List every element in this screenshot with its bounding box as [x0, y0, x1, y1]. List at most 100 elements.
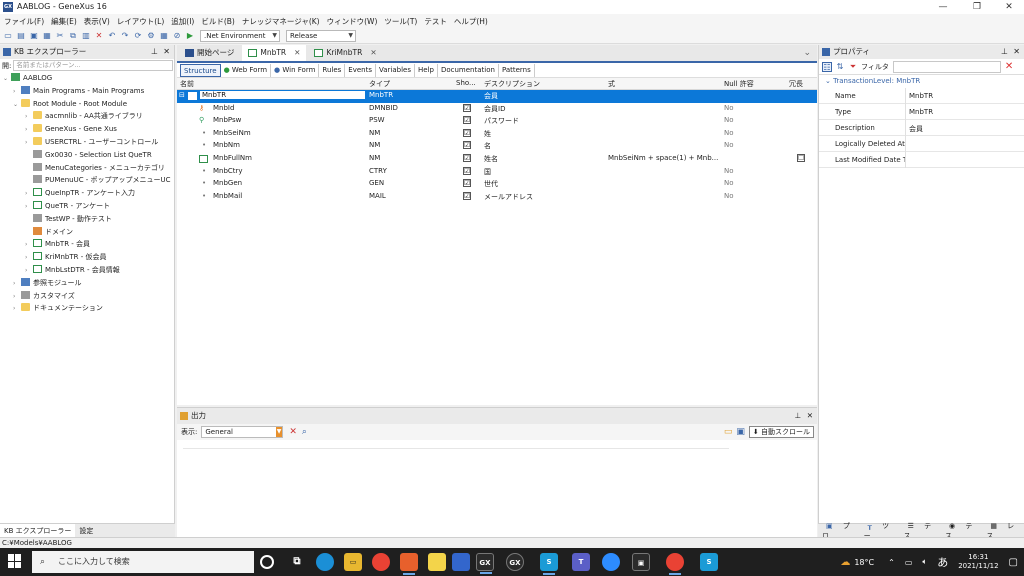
collapse-icon[interactable]: ⊟	[179, 91, 185, 99]
tab-preferences[interactable]: 設定	[75, 524, 97, 538]
open-icon[interactable]: ▤	[16, 31, 26, 41]
refresh-icon[interactable]: ⟳	[133, 31, 143, 41]
attribute-type[interactable]: CTRY	[369, 167, 387, 175]
cut-icon[interactable]: ✂	[55, 31, 65, 41]
column-formula[interactable]: 式	[608, 79, 615, 89]
attribute-name[interactable]: MnbId	[213, 104, 234, 112]
show-checkbox[interactable]: ☑	[463, 103, 471, 112]
sort-az-icon[interactable]: ⇅	[835, 62, 845, 72]
tree-item-testwp[interactable]: TestWP - 動作テスト	[0, 213, 174, 226]
maximize-icon[interactable]: ❐	[962, 0, 992, 14]
menu-help[interactable]: ヘルプ(H)	[454, 16, 488, 27]
new-file-icon[interactable]: ▭	[3, 31, 13, 41]
temperature[interactable]: 18°C	[854, 558, 874, 567]
cortana-icon[interactable]	[260, 555, 274, 569]
chrome-icon[interactable]	[666, 553, 684, 575]
menu-window[interactable]: ウィンドウ(W)	[327, 16, 378, 27]
pin-icon[interactable]: ⊥	[151, 45, 158, 59]
table-row[interactable]: ⚲ MnbPsw PSW ☑ パスワード No	[177, 115, 817, 128]
zoom-icon[interactable]	[602, 553, 620, 571]
attribute-type[interactable]: NM	[369, 129, 380, 137]
attribute-description[interactable]: メールアドレス	[484, 192, 533, 202]
attribute-formula[interactable]: MnbSeiNm + space(1) + Mnb...	[608, 154, 718, 162]
tree-item-gx0030[interactable]: Gx0030 - Selection List QueTR	[0, 149, 174, 162]
show-checkbox[interactable]: ☑	[463, 141, 471, 150]
tab-help[interactable]: Help	[415, 63, 438, 77]
attribute-description[interactable]: 姓名	[484, 154, 498, 164]
tab-variables[interactable]: Variables	[376, 63, 415, 77]
menu-insert[interactable]: 追加(I)	[171, 16, 194, 27]
attribute-type[interactable]: PSW	[369, 116, 385, 124]
column-show[interactable]: Sho...	[456, 79, 476, 87]
tree-item-main-programs[interactable]: › Main Programs - Main Programs	[0, 85, 174, 98]
clear-filter-icon[interactable]: ✕	[1005, 61, 1013, 72]
chrome-icon[interactable]	[372, 553, 390, 571]
table-row[interactable]: • MnbSeiNm NM ☑ 姓 No	[177, 128, 817, 141]
attribute-name[interactable]: MnbGen	[213, 179, 242, 187]
windows-start-icon[interactable]	[8, 554, 22, 568]
categorized-icon[interactable]: ☷	[822, 61, 832, 72]
menu-test[interactable]: テスト	[424, 16, 447, 27]
undo-icon[interactable]: ↶	[107, 31, 117, 41]
explorer-icon[interactable]: ▭	[344, 553, 362, 571]
table-row[interactable]: • MnbCtry CTRY ☑ 国 No	[177, 166, 817, 179]
attribute-description[interactable]: 世代	[484, 179, 498, 189]
attribute-type[interactable]: MAIL	[369, 192, 386, 200]
output-source-select[interactable]: General ▼	[201, 426, 284, 438]
search-icon[interactable]: ⌕	[302, 427, 307, 437]
run-icon[interactable]: ▶	[185, 31, 195, 41]
close-icon[interactable]: ✕	[163, 45, 170, 59]
autoscroll-button[interactable]: ⬇ 自動スクロール	[748, 426, 814, 438]
close-icon[interactable]: ✕	[807, 408, 813, 424]
pin-icon[interactable]: ⊥	[1001, 45, 1008, 59]
table-row[interactable]: • MnbNm NM ☑ 名 No	[177, 140, 817, 153]
column-type[interactable]: タイプ	[369, 79, 390, 89]
tab-kb-explorer[interactable]: KB エクスプローラー	[0, 523, 76, 538]
tab-structure[interactable]: Structure	[180, 63, 221, 77]
genexus-server-icon[interactable]: GX	[506, 553, 524, 571]
attribute-nullable[interactable]: No	[724, 129, 734, 137]
tree-item-krimnbtr[interactable]: › KriMnbTR - 仮会員	[0, 251, 174, 264]
redundant-checkbox[interactable]: ☐	[797, 153, 805, 162]
notification-icon[interactable]: ▢	[1009, 557, 1018, 568]
expand-toggle[interactable]: ›	[13, 303, 21, 316]
show-checkbox[interactable]: ☑	[463, 179, 471, 188]
attribute-nullable[interactable]: No	[724, 141, 734, 149]
genexus-taskbar-icon[interactable]: GX	[476, 553, 494, 574]
paste-icon[interactable]: ▥	[81, 31, 91, 41]
attribute-nullable[interactable]: No	[724, 116, 734, 124]
show-checkbox[interactable]: ☑	[463, 153, 471, 162]
tab-start-page[interactable]: 開始ページ	[179, 45, 240, 61]
chevron-down-icon[interactable]: ⌄	[825, 77, 833, 85]
attribute-name[interactable]: MnbSeiNm	[213, 129, 251, 137]
property-value[interactable]: 会員	[909, 124, 923, 134]
app-icon[interactable]	[452, 553, 470, 571]
show-checkbox[interactable]: ☑	[463, 191, 471, 200]
attribute-description[interactable]: パスワード	[484, 116, 519, 126]
tab-web-form[interactable]: ● Web Form	[221, 63, 272, 77]
weather-icon[interactable]: ☁	[840, 557, 850, 568]
show-checkbox[interactable]: ☑	[463, 116, 471, 125]
attribute-description[interactable]: 姓	[484, 129, 491, 139]
property-row[interactable]: Last Modified Date T	[819, 152, 1024, 168]
attribute-name[interactable]: MnbTR	[200, 91, 365, 99]
tree-item-reference-modules[interactable]: › 参照モジュール	[0, 277, 174, 290]
tree-item-genexus[interactable]: › GeneXus - Gene Xus	[0, 123, 174, 136]
menu-build[interactable]: ビルド(B)	[201, 16, 235, 27]
attribute-name[interactable]: MnbFullNm	[213, 154, 252, 162]
save-icon[interactable]: ▣	[29, 31, 39, 41]
attribute-type[interactable]: MnbTR	[369, 91, 393, 99]
tree-item-aacmnlib[interactable]: › aacmnlib - AA共通ライブラリ	[0, 110, 174, 123]
attribute-name[interactable]: MnbNm	[213, 141, 240, 149]
attribute-nullable[interactable]: No	[724, 192, 734, 200]
volume-icon[interactable]: 🔈︎	[922, 557, 927, 567]
tree-item-mnblstdtr[interactable]: › MnbLstDTR - 会員情報	[0, 264, 174, 277]
table-row[interactable]: ⚷ MnbId DMNBID ☑ 会員ID No	[177, 103, 817, 116]
attribute-type[interactable]: NM	[369, 141, 380, 149]
pin-icon[interactable]: ⊥	[794, 408, 801, 424]
teams-icon[interactable]: T	[572, 553, 590, 571]
attribute-type[interactable]: GEN	[369, 179, 384, 187]
sticky-notes-icon[interactable]	[428, 553, 446, 571]
filter-icon[interactable]: ⏷	[848, 62, 858, 72]
table-row[interactable]: ⊟ MnbTR MnbTR 会員	[177, 90, 817, 103]
